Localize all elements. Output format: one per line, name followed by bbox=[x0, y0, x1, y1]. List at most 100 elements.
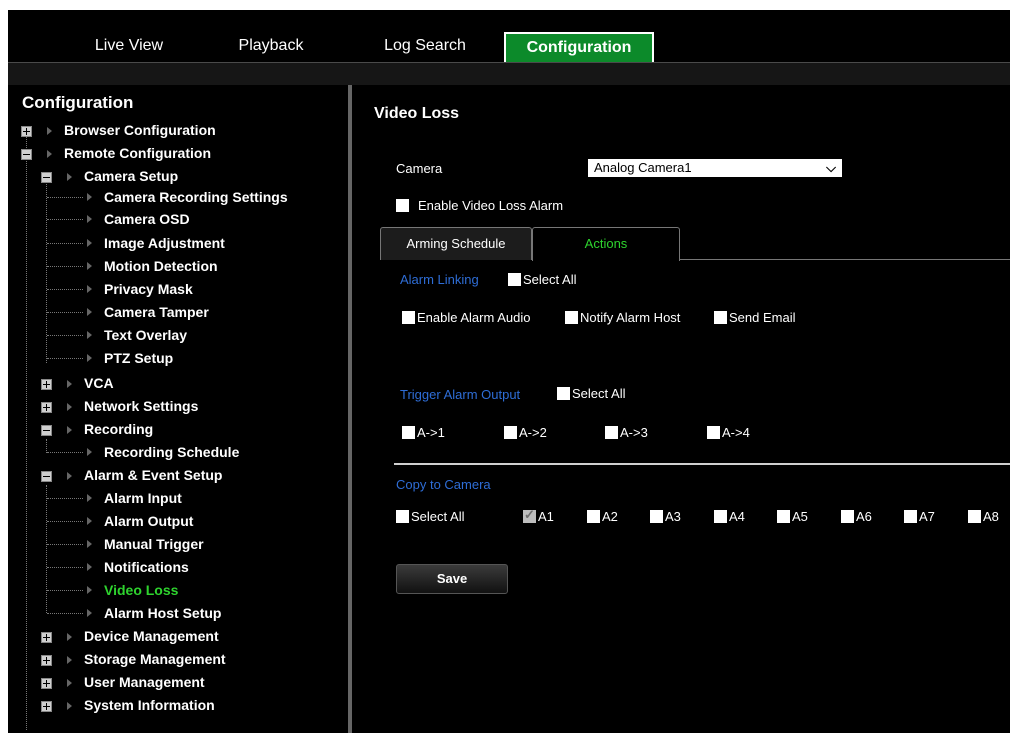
expand-plus-icon[interactable] bbox=[41, 632, 52, 643]
nav-tab-playback[interactable]: Playback bbox=[216, 30, 326, 62]
copy-camera-a7-checkbox[interactable] bbox=[904, 510, 917, 523]
alarm-linking-select-all-label: Select All bbox=[523, 272, 577, 287]
tree-arrow-icon bbox=[67, 679, 72, 687]
enable-video-loss-checkbox[interactable] bbox=[396, 199, 409, 212]
tree-arrow-icon bbox=[87, 285, 92, 293]
copy-select-all-checkbox[interactable] bbox=[396, 510, 409, 523]
camera-select[interactable]: Analog Camera1 ⌵ bbox=[588, 159, 842, 177]
sidebar-item-alarm-event-setup[interactable]: Alarm & Event Setup bbox=[84, 466, 222, 484]
top-black-bar bbox=[8, 10, 1010, 30]
trigger-alarm-output-heading: Trigger Alarm Output bbox=[400, 387, 521, 402]
tree-arrow-icon bbox=[67, 173, 72, 181]
sidebar-item-alarm-input[interactable]: Alarm Input bbox=[104, 489, 182, 507]
tree-arrow-icon bbox=[87, 563, 92, 571]
sidebar-item-ptz-setup[interactable]: PTZ Setup bbox=[104, 349, 173, 367]
sidebar-item-recording[interactable]: Recording bbox=[84, 420, 153, 438]
sidebar-item-camera-setup[interactable]: Camera Setup bbox=[84, 167, 178, 185]
copy-camera-a8-checkbox[interactable] bbox=[968, 510, 981, 523]
sidebar-item-motion-detection[interactable]: Motion Detection bbox=[104, 257, 218, 275]
copy-camera-a1-checkbox[interactable] bbox=[523, 507, 536, 523]
sidebar-item-system-information[interactable]: System Information bbox=[84, 696, 215, 714]
save-button[interactable]: Save bbox=[396, 564, 508, 594]
main-content: Video Loss Camera Analog Camera1 ⌵ Enabl… bbox=[352, 85, 1010, 733]
collapse-minus-icon[interactable] bbox=[41, 425, 52, 436]
sidebar-item-camera-recording-settings[interactable]: Camera Recording Settings bbox=[104, 188, 288, 206]
output-a4-checkbox[interactable] bbox=[707, 426, 720, 439]
output-a1-label: A->1 bbox=[417, 425, 445, 440]
sidebar-item-alarm-host-setup[interactable]: Alarm Host Setup bbox=[104, 604, 221, 622]
tab-actions[interactable]: Actions bbox=[532, 227, 680, 261]
sidebar-item-camera-osd[interactable]: Camera OSD bbox=[104, 210, 190, 228]
tree-arrow-icon bbox=[87, 262, 92, 270]
alarm-linking-heading: Alarm Linking bbox=[400, 272, 479, 287]
nav-tab-live-view[interactable]: Live View bbox=[64, 30, 194, 62]
notify-alarm-host-checkbox[interactable] bbox=[565, 311, 578, 324]
nav-tab-log-search[interactable]: Log Search bbox=[370, 30, 480, 62]
tree-connector bbox=[47, 544, 83, 545]
notify-alarm-host-label: Notify Alarm Host bbox=[580, 310, 681, 325]
tree-guide-line bbox=[26, 130, 27, 730]
sidebar-item-camera-tamper[interactable]: Camera Tamper bbox=[104, 303, 209, 321]
config-tree-sidebar: Configuration Browser Configuration Remo… bbox=[8, 85, 348, 733]
nav-tab-configuration[interactable]: Configuration bbox=[504, 32, 654, 62]
copy-camera-a4-label: A4 bbox=[729, 509, 745, 524]
sidebar-item-recording-schedule[interactable]: Recording Schedule bbox=[104, 443, 239, 461]
tree-connector bbox=[47, 335, 83, 336]
collapse-minus-icon[interactable] bbox=[41, 471, 52, 482]
tree-connector bbox=[47, 452, 83, 453]
send-email-checkbox[interactable] bbox=[714, 311, 727, 324]
tree-connector bbox=[47, 266, 83, 267]
tree-arrow-icon bbox=[87, 215, 92, 223]
sidebar-item-network-settings[interactable]: Network Settings bbox=[84, 397, 198, 415]
tree-arrow-icon bbox=[87, 586, 92, 594]
tree-arrow-icon bbox=[87, 609, 92, 617]
sidebar-item-privacy-mask[interactable]: Privacy Mask bbox=[104, 280, 193, 298]
copy-camera-a5-checkbox[interactable] bbox=[777, 510, 790, 523]
expand-plus-icon[interactable] bbox=[41, 402, 52, 413]
tree-connector bbox=[47, 590, 83, 591]
copy-camera-a4-checkbox[interactable] bbox=[714, 510, 727, 523]
tab-arming-schedule[interactable]: Arming Schedule bbox=[380, 227, 532, 260]
sidebar-item-storage-management[interactable]: Storage Management bbox=[84, 650, 226, 668]
output-a3-checkbox[interactable] bbox=[605, 426, 618, 439]
tree-arrow-icon bbox=[67, 656, 72, 664]
tree-connector bbox=[47, 243, 83, 244]
expand-plus-icon[interactable] bbox=[21, 126, 32, 137]
camera-label: Camera bbox=[396, 161, 443, 176]
output-a2-checkbox[interactable] bbox=[504, 426, 517, 439]
tree-arrow-icon bbox=[67, 403, 72, 411]
enable-video-loss-label: Enable Video Loss Alarm bbox=[418, 198, 564, 213]
trigger-output-select-all-label: Select All bbox=[572, 386, 626, 401]
copy-to-camera-heading: Copy to Camera bbox=[396, 477, 491, 492]
output-a2-label: A->2 bbox=[519, 425, 547, 440]
sidebar-item-alarm-output[interactable]: Alarm Output bbox=[104, 512, 193, 530]
expand-plus-icon[interactable] bbox=[41, 701, 52, 712]
sidebar-item-remote-configuration[interactable]: Remote Configuration bbox=[64, 144, 211, 162]
tree-arrow-icon bbox=[87, 193, 92, 201]
copy-camera-a2-checkbox[interactable] bbox=[587, 510, 600, 523]
expand-plus-icon[interactable] bbox=[41, 379, 52, 390]
sidebar-item-image-adjustment[interactable]: Image Adjustment bbox=[104, 234, 225, 252]
collapse-minus-icon[interactable] bbox=[21, 149, 32, 160]
trigger-output-select-all-checkbox[interactable] bbox=[557, 387, 570, 400]
output-a1-checkbox[interactable] bbox=[402, 426, 415, 439]
tree-connector bbox=[47, 521, 83, 522]
sidebar-item-text-overlay[interactable]: Text Overlay bbox=[104, 326, 187, 344]
expand-plus-icon[interactable] bbox=[41, 655, 52, 666]
expand-plus-icon[interactable] bbox=[41, 678, 52, 689]
copy-camera-a3-checkbox[interactable] bbox=[650, 510, 663, 523]
collapse-minus-icon[interactable] bbox=[41, 172, 52, 183]
sidebar-item-notifications[interactable]: Notifications bbox=[104, 558, 189, 576]
sidebar-item-user-management[interactable]: User Management bbox=[84, 673, 205, 691]
sidebar-item-browser-configuration[interactable]: Browser Configuration bbox=[64, 121, 216, 139]
sidebar-item-video-loss[interactable]: Video Loss bbox=[104, 581, 178, 599]
sidebar-item-manual-trigger[interactable]: Manual Trigger bbox=[104, 535, 204, 553]
copy-camera-a5-label: A5 bbox=[792, 509, 808, 524]
sidebar-item-device-management[interactable]: Device Management bbox=[84, 627, 219, 645]
sidebar-item-vca[interactable]: VCA bbox=[84, 374, 114, 392]
tree-arrow-icon bbox=[87, 354, 92, 362]
enable-alarm-audio-label: Enable Alarm Audio bbox=[417, 310, 531, 325]
enable-alarm-audio-checkbox[interactable] bbox=[402, 311, 415, 324]
copy-camera-a6-checkbox[interactable] bbox=[841, 510, 854, 523]
alarm-linking-select-all-checkbox[interactable] bbox=[508, 273, 521, 286]
